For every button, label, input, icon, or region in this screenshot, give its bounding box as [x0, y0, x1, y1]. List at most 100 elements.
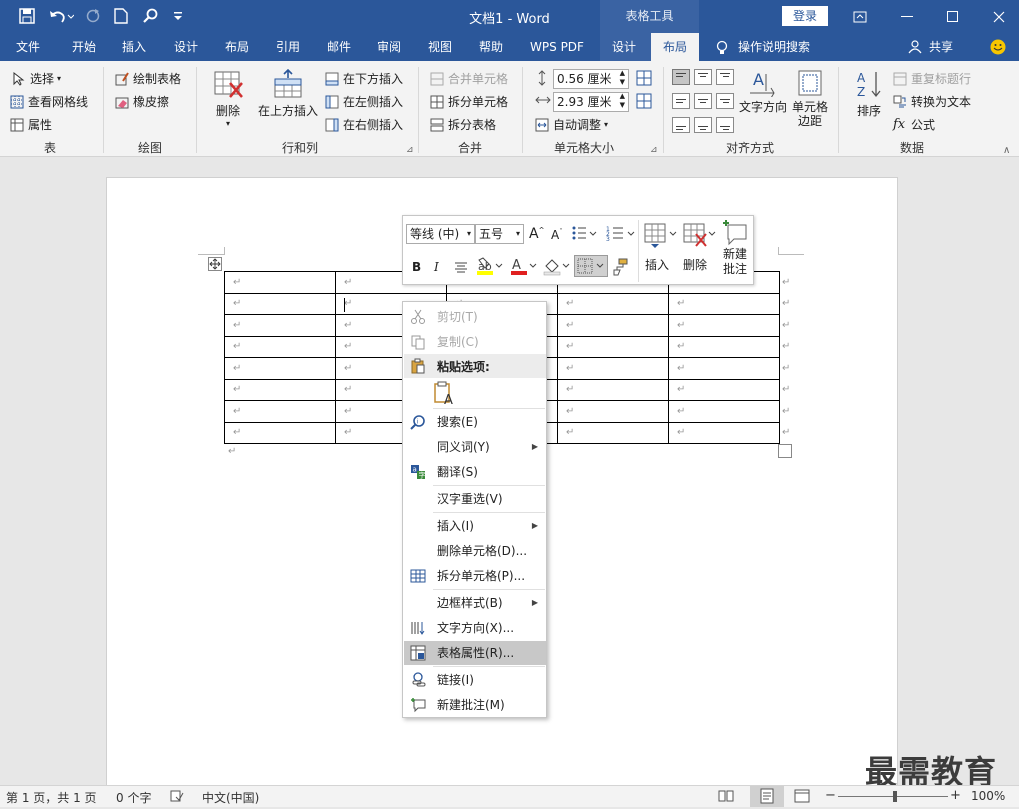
customize-qat-icon[interactable] [170, 7, 186, 25]
table-cell[interactable]: ↵ [224, 292, 336, 315]
table-cell[interactable]: ↵ [668, 292, 780, 315]
table-move-handle[interactable] [208, 257, 222, 271]
undo-icon[interactable] [46, 7, 76, 25]
align-bottom-center-button[interactable] [694, 117, 712, 133]
mini-insert-label[interactable]: 插入 [645, 256, 669, 273]
tab-help[interactable]: 帮助 [467, 33, 515, 61]
tab-view[interactable]: 视图 [416, 33, 464, 61]
merge-cells-button[interactable]: 合并单元格 [430, 70, 508, 87]
save-icon[interactable] [16, 7, 38, 25]
tab-layout[interactable]: 布局 [213, 33, 261, 61]
menu-item-synonyms[interactable]: 同义词(Y) ▶ [404, 435, 546, 459]
borders-button[interactable] [574, 255, 608, 277]
menu-item-text-direction[interactable]: 文字方向(X)... [404, 616, 546, 640]
proofing-icon[interactable] [170, 790, 184, 805]
minimize-icon[interactable] [884, 0, 930, 33]
table-cell[interactable]: ↵ [557, 357, 669, 380]
distribute-cols-icon[interactable] [636, 93, 652, 112]
align-top-left-button[interactable] [672, 69, 690, 85]
insert-above-button[interactable]: 在上方插入 [256, 68, 320, 131]
table-resize-handle[interactable] [778, 444, 792, 458]
table-cell[interactable]: ↵ [224, 335, 336, 358]
view-gridlines-button[interactable]: 查看网格线 [10, 93, 88, 110]
rows-cols-launcher-icon[interactable]: ⊿ [406, 145, 414, 155]
tab-design[interactable]: 设计 [162, 33, 210, 61]
mini-delete-label[interactable]: 删除 [683, 256, 707, 273]
zoom-level[interactable]: 100% [971, 789, 1005, 803]
table-cell[interactable]: ↵ [557, 335, 669, 358]
table-cell[interactable]: ↵ [224, 400, 336, 423]
convert-to-text-button[interactable]: 转换为文本 [893, 93, 971, 110]
collapse-ribbon-icon[interactable]: ∧ [1003, 145, 1010, 156]
maximize-icon[interactable] [930, 0, 976, 33]
search-icon[interactable] [140, 7, 160, 25]
tab-mailings[interactable]: 邮件 [315, 33, 363, 61]
table-cell[interactable]: ↵ [224, 314, 336, 337]
tab-review[interactable]: 审阅 [365, 33, 413, 61]
text-direction-button[interactable]: A 文字方向 [738, 69, 788, 115]
insert-table-icon[interactable] [643, 222, 677, 251]
table-cell[interactable]: ↵ [668, 378, 780, 401]
tab-home[interactable]: 开始 [58, 33, 110, 61]
tab-references[interactable]: 引用 [264, 33, 312, 61]
table-cell[interactable]: ↵ [668, 335, 780, 358]
font-size-combo[interactable]: 五号 ▾ [475, 224, 524, 244]
align-bottom-right-button[interactable] [716, 117, 734, 133]
align-top-right-button[interactable] [716, 69, 734, 85]
menu-item-split-cells[interactable]: 拆分单元格(P)... [404, 564, 546, 588]
zoom-in-icon[interactable]: + [950, 788, 961, 803]
col-width-input[interactable]: 2.93 厘米 ▲ ▼ [553, 92, 629, 112]
split-table-button[interactable]: 拆分表格 [430, 116, 496, 133]
center-align-icon[interactable] [453, 260, 469, 277]
share-button[interactable]: 共享 [924, 33, 958, 61]
align-middle-right-button[interactable] [716, 93, 734, 109]
table-cell[interactable]: ↵ [557, 378, 669, 401]
smiley-icon[interactable] [990, 39, 1006, 58]
tab-wps-pdf[interactable]: WPS PDF [522, 33, 592, 61]
table-cell[interactable]: ↵ [668, 314, 780, 337]
tab-table-layout[interactable]: 布局 [651, 33, 699, 61]
insert-below-button[interactable]: 在下方插入 [325, 70, 403, 87]
table-cell[interactable]: ↵ [668, 400, 780, 423]
draw-table-button[interactable]: 绘制表格 [115, 70, 181, 87]
menu-item-cut[interactable]: 剪切(T) [404, 305, 546, 329]
menu-item-delete-cells[interactable]: 删除单元格(D)... [404, 539, 546, 563]
menu-item-copy[interactable]: 复制(C) [404, 330, 546, 354]
login-button[interactable]: 登录 [782, 6, 828, 26]
zoom-out-icon[interactable]: − [825, 788, 836, 803]
table-cell[interactable]: ↵ [557, 421, 669, 444]
new-comment-icon[interactable] [720, 220, 748, 249]
menu-item-translate[interactable]: a字 翻译(S) [404, 460, 546, 484]
table-cell[interactable]: ↵ [224, 378, 336, 401]
page-count[interactable]: 第 1 页，共 1 页 [6, 789, 97, 806]
bold-button[interactable]: B [412, 260, 421, 274]
align-middle-left-button[interactable] [672, 93, 690, 109]
menu-item-link[interactable]: 链接(I) [404, 668, 546, 692]
split-cells-button[interactable]: 拆分单元格 [430, 93, 508, 110]
print-layout-button[interactable] [750, 786, 784, 807]
insert-right-button[interactable]: 在右侧插入 [325, 116, 403, 133]
read-mode-icon[interactable] [718, 789, 734, 806]
table-cell[interactable]: ↵ [224, 271, 336, 294]
tell-me-search[interactable]: 操作说明搜索 [738, 33, 818, 61]
cell-size-launcher-icon[interactable]: ⊿ [650, 145, 658, 155]
ribbon-display-icon[interactable] [837, 0, 883, 33]
sort-button[interactable]: AZ 排序 [850, 69, 888, 119]
insert-left-button[interactable]: 在左侧插入 [325, 93, 403, 110]
menu-item-border-styles[interactable]: 边框样式(B) ▶ [404, 591, 546, 615]
redo-icon[interactable] [84, 7, 102, 25]
table-cell[interactable]: ↵ [557, 400, 669, 423]
language-indicator[interactable]: 中文(中国) [202, 789, 259, 806]
paste-keep-text-only-button[interactable]: A [433, 380, 457, 408]
shading-icon[interactable] [542, 256, 570, 279]
formula-button[interactable]: fx 公式 [893, 116, 935, 133]
repeat-header-button[interactable]: 重复标题行 [893, 70, 971, 87]
font-name-combo[interactable]: 等线 (中) ▾ [406, 224, 475, 244]
word-count[interactable]: 0 个字 [116, 789, 151, 806]
cell-margins-button[interactable]: 单元格 边距 [790, 69, 830, 128]
menu-item-reconvert[interactable]: 汉字重选(V) [404, 487, 546, 511]
table-cell[interactable]: ↵ [668, 421, 780, 444]
menu-item-insert[interactable]: 插入(I) ▶ [404, 514, 546, 538]
menu-item-table-properties[interactable]: 表格属性(R)... [404, 641, 546, 665]
new-doc-icon[interactable] [112, 7, 130, 25]
